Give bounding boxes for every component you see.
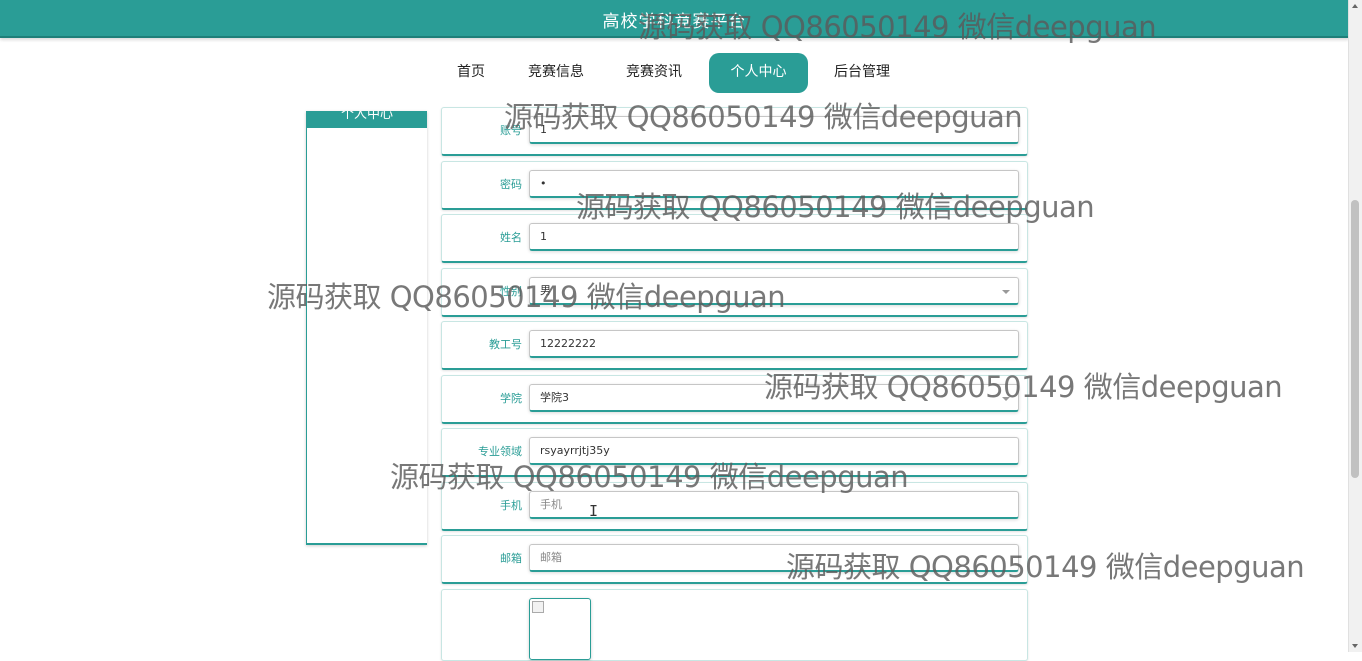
text-cursor-icon: I xyxy=(589,502,599,520)
phone-label: 手机 xyxy=(500,499,522,512)
college-label: 学院 xyxy=(500,392,522,405)
site-title: 高校学科竞赛平台 xyxy=(602,12,747,32)
password-label: 密码 xyxy=(500,178,522,191)
college-select[interactable]: 学院3 xyxy=(529,384,1019,412)
chevron-down-icon xyxy=(1002,290,1010,294)
staff-id-input[interactable]: 12222222 xyxy=(529,330,1019,358)
account-label: 账号 xyxy=(500,124,522,137)
nav-personal-center[interactable]: 个人中心 xyxy=(709,53,808,93)
form-row-phone: 手机 手机 xyxy=(441,482,1028,531)
specialty-input[interactable]: rsyayrrjtj35y xyxy=(529,437,1019,465)
account-input[interactable]: 1 xyxy=(529,116,1019,144)
form-row-password: 密码 • xyxy=(441,161,1028,210)
form-row-gender: 性别 男 xyxy=(441,268,1028,317)
form-row-photo xyxy=(441,589,1028,661)
name-label: 姓名 xyxy=(500,231,522,244)
scroll-down-arrow-icon[interactable] xyxy=(1352,644,1358,648)
scrollbar-thumb[interactable] xyxy=(1351,200,1359,478)
form-row-email: 邮箱 邮箱 xyxy=(441,535,1028,584)
specialty-label: 专业领域 xyxy=(478,445,522,458)
page-scrollbar[interactable] xyxy=(1348,0,1362,652)
chevron-down-icon xyxy=(1002,397,1010,401)
form-row-name: 姓名 1 xyxy=(441,214,1028,263)
password-input[interactable]: • xyxy=(529,170,1019,198)
form-row-staff-id: 教工号 12222222 xyxy=(441,321,1028,370)
gender-selected-value: 男 xyxy=(540,284,551,297)
nav-admin[interactable]: 后台管理 xyxy=(822,53,902,93)
form-row-specialty: 专业领域 rsyayrrjtj35y xyxy=(441,428,1028,477)
form-row-college: 学院 学院3 xyxy=(441,375,1028,424)
email-input[interactable]: 邮箱 xyxy=(529,544,1019,572)
photo-upload[interactable] xyxy=(529,598,591,660)
phone-input[interactable]: 手机 xyxy=(529,491,1019,519)
broken-image-icon xyxy=(532,601,544,613)
nav-competition-info[interactable]: 竞赛信息 xyxy=(516,53,596,93)
gender-select[interactable]: 男 xyxy=(529,277,1019,305)
email-label: 邮箱 xyxy=(500,552,522,565)
top-header-bar: 高校学科竞赛平台 xyxy=(0,0,1349,38)
gender-label: 性别 xyxy=(500,285,522,298)
scroll-up-arrow-icon[interactable] xyxy=(1352,4,1358,8)
nav-home[interactable]: 首页 xyxy=(446,53,496,93)
name-input[interactable]: 1 xyxy=(529,223,1019,251)
form-row-account: 账号 1 xyxy=(441,107,1028,156)
sidebar-title: 个人中心 xyxy=(307,111,427,128)
staff-id-label: 教工号 xyxy=(489,338,522,351)
nav-competition-news[interactable]: 竞赛资讯 xyxy=(614,53,694,93)
college-selected-value: 学院3 xyxy=(540,391,569,404)
sidebar-panel: 个人中心 xyxy=(306,111,427,545)
main-nav: 首页 竞赛信息 竞赛资讯 个人中心 后台管理 xyxy=(0,53,1349,93)
